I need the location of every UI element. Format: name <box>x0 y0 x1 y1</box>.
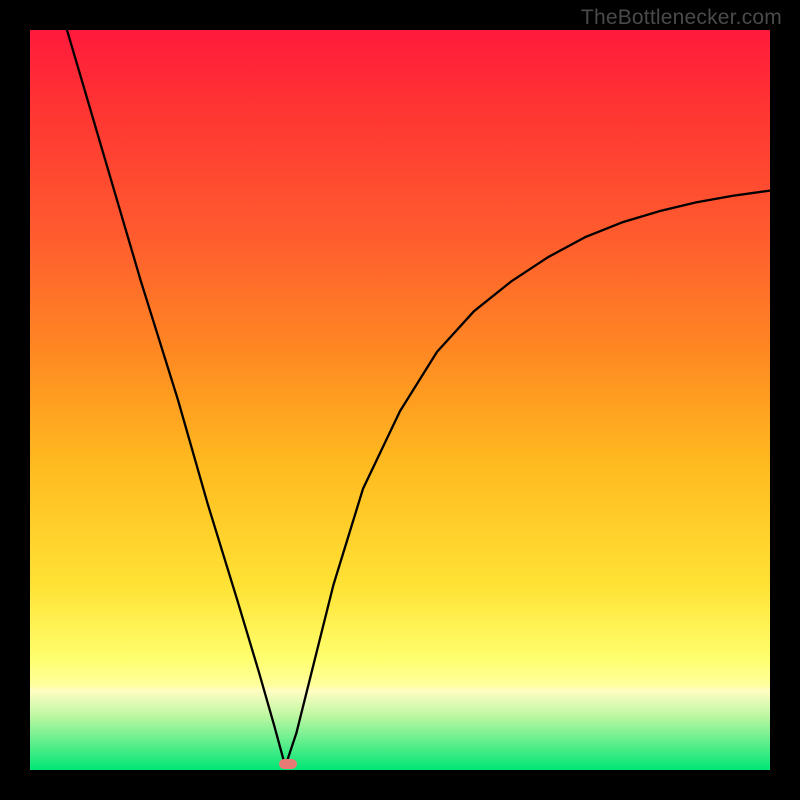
plot-area <box>30 30 770 770</box>
minimum-marker <box>279 759 297 769</box>
bottleneck-curve <box>67 30 770 766</box>
watermark-text: TheBottlenecker.com <box>581 6 782 30</box>
curve-svg <box>30 30 770 770</box>
chart-frame: TheBottlenecker.com <box>0 0 800 800</box>
